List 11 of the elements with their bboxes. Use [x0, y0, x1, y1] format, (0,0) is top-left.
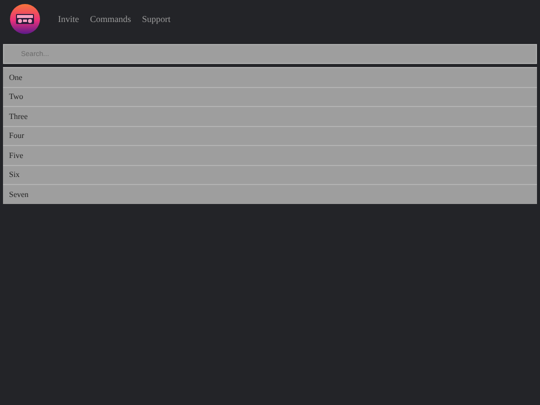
list-item[interactable]: Six — [3, 164, 537, 184]
list-item[interactable]: One — [3, 67, 537, 86]
logo-icon — [10, 4, 40, 34]
list-item[interactable]: Three — [3, 106, 537, 126]
list-item[interactable]: Five — [3, 145, 537, 164]
list-item[interactable]: Two — [3, 86, 537, 106]
nav-link[interactable]: Support — [142, 14, 171, 24]
nav-link[interactable]: Commands — [90, 14, 132, 24]
nav-link[interactable]: Invite — [58, 14, 79, 24]
list-item[interactable]: Four — [3, 126, 537, 145]
list-item[interactable]: Seven — [3, 184, 537, 204]
